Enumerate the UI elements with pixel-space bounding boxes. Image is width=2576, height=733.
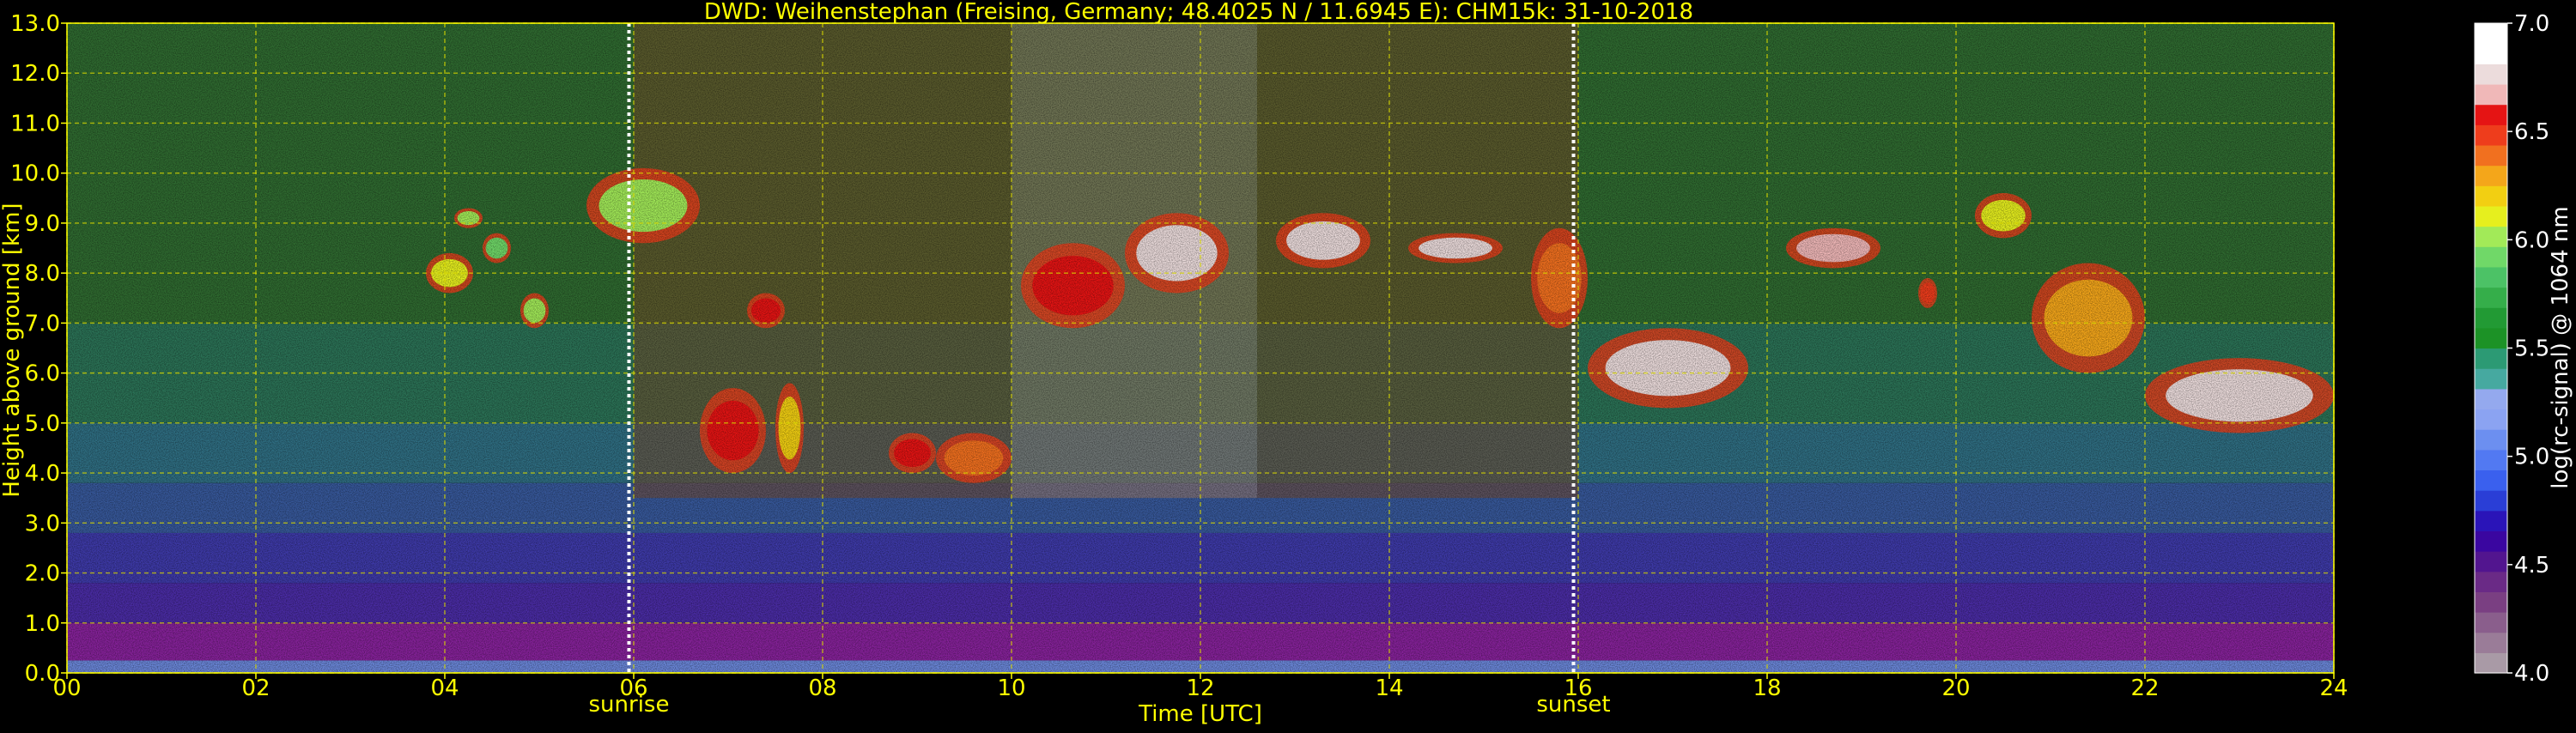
colorbar-swatch bbox=[2475, 246, 2507, 268]
y-tick-label: 9.0 bbox=[25, 211, 60, 237]
colorbar-swatch bbox=[2475, 64, 2507, 85]
colorbar-tick-label: 7.0 bbox=[2514, 11, 2549, 37]
y-axis-label: Height above ground [km] bbox=[0, 203, 25, 497]
colorbar-swatch bbox=[2475, 368, 2507, 390]
colorbar-swatch bbox=[2475, 510, 2507, 532]
colorbar-swatch bbox=[2475, 449, 2507, 471]
colorbar-tick-label: 6.0 bbox=[2514, 227, 2549, 253]
colorbar-swatch bbox=[2475, 307, 2507, 329]
chart-title: DWD: Weihenstephan (Freising, Germany; 4… bbox=[704, 0, 1693, 25]
ceilometer-plot: sunrise sunset 00 02 04 06 08 10 12 14 16 18 20 22 24… bbox=[0, 0, 2576, 730]
y-tick-label: 3.0 bbox=[25, 511, 60, 536]
y-tick-label: 2.0 bbox=[25, 561, 60, 587]
x-tick-label: 04 bbox=[430, 675, 459, 701]
y-tick-label: 7.0 bbox=[25, 311, 60, 336]
colorbar-swatch bbox=[2475, 388, 2507, 410]
x-tick-label: 06 bbox=[619, 675, 647, 701]
x-tick-label: 22 bbox=[2130, 675, 2159, 701]
x-tick-label: 02 bbox=[241, 675, 270, 701]
colorbar-tick-label: 6.5 bbox=[2514, 119, 2549, 145]
colorbar-swatch bbox=[2475, 551, 2507, 572]
colorbar-swatch bbox=[2475, 348, 2507, 369]
colorbar-swatch bbox=[2475, 266, 2507, 288]
y-tick-label: 11.0 bbox=[10, 111, 60, 136]
y-tick-label: 0.0 bbox=[25, 661, 60, 687]
colorbar-swatch bbox=[2475, 104, 2507, 125]
colorbar-swatch bbox=[2475, 530, 2507, 552]
colorbar-tick-label: 4.5 bbox=[2514, 553, 2549, 579]
x-axis-label: Time [UTC] bbox=[1138, 701, 1262, 727]
colorbar-swatch bbox=[2475, 226, 2507, 247]
colorbar-swatch bbox=[2475, 327, 2507, 349]
y-tick-label: 12.0 bbox=[10, 61, 60, 87]
colorbar: 4.0 4.5 5.0 5.5 6.0 6.5 7.0 bbox=[2474, 11, 2549, 687]
colorbar-swatch bbox=[2475, 612, 2507, 633]
x-tick-label: 12 bbox=[1186, 675, 1214, 701]
colorbar-swatch bbox=[2475, 205, 2507, 227]
colorbar-tick-label: 4.0 bbox=[2514, 661, 2549, 687]
y-tick-label: 13.0 bbox=[10, 11, 60, 37]
colorbar-swatch bbox=[2475, 43, 2507, 64]
colorbar-swatch bbox=[2475, 185, 2507, 207]
chart-svg: sunrise sunset 00 02 04 06 08 10 12 14 16 18 20 22 24… bbox=[0, 0, 2573, 727]
colorbar-swatch bbox=[2475, 571, 2507, 592]
y-tick-label: 8.0 bbox=[25, 261, 60, 287]
colorbar-tick-label: 5.5 bbox=[2514, 336, 2549, 362]
colorbar-swatch bbox=[2475, 23, 2507, 45]
colorbar-swatch bbox=[2475, 409, 2507, 430]
x-tick-label: 16 bbox=[1564, 675, 1592, 701]
colorbar-swatch bbox=[2475, 124, 2507, 146]
y-tick-label: 6.0 bbox=[25, 361, 60, 387]
colorbar-swatch bbox=[2475, 165, 2507, 186]
colorbar-swatch bbox=[2475, 144, 2507, 167]
y-tick-label: 1.0 bbox=[25, 611, 60, 637]
y-tick-label: 5.0 bbox=[25, 411, 60, 437]
colorbar-swatch bbox=[2475, 652, 2507, 674]
colorbar-swatch bbox=[2475, 83, 2507, 106]
y-tick-label: 10.0 bbox=[10, 161, 60, 187]
y-tick-label: 4.0 bbox=[25, 461, 60, 487]
x-tick-label: 10 bbox=[997, 675, 1025, 701]
colorbar-swatch bbox=[2475, 429, 2507, 451]
colorbar-swatch bbox=[2475, 632, 2507, 653]
colorbar-swatch bbox=[2475, 591, 2507, 613]
x-tick-label: 24 bbox=[2319, 675, 2348, 701]
x-tick-label: 18 bbox=[1753, 675, 1781, 701]
x-tick-label: 20 bbox=[1941, 675, 1970, 701]
x-tick-label: 08 bbox=[808, 675, 836, 701]
x-tick-label: 14 bbox=[1375, 675, 1403, 701]
colorbar-tick-label: 5.0 bbox=[2514, 445, 2549, 470]
colorbar-swatch bbox=[2475, 287, 2507, 308]
colorbar-swatch bbox=[2475, 469, 2507, 491]
colorbar-swatch bbox=[2475, 490, 2507, 512]
colorbar-label: log(rc-signal) @ 1064 nm bbox=[2548, 206, 2573, 488]
